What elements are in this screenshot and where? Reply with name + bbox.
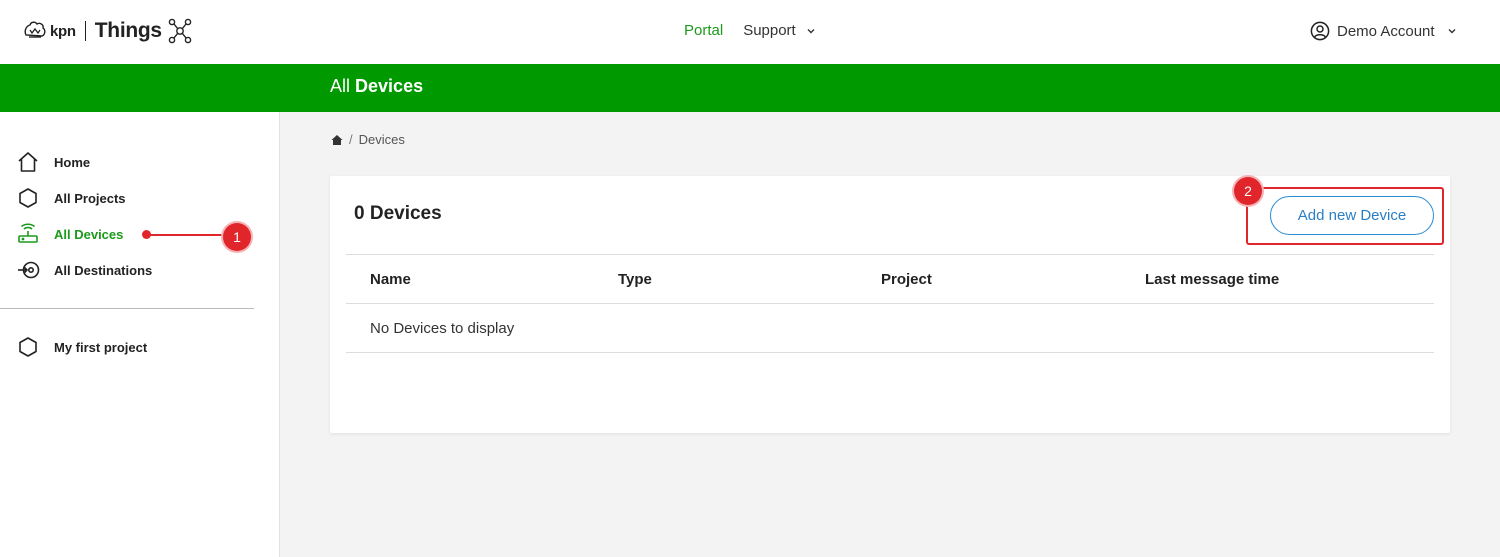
product-name: Things [94,19,162,42]
table-header-divider [346,303,1434,304]
annotation-badge-1: 1 [223,223,251,251]
sidebar-item-home[interactable]: Home [16,150,90,174]
breadcrumb-current: Devices [358,132,405,147]
kpn-crown-icon [24,21,46,38]
nav-support-label: Support [743,22,796,39]
sidebar-item-label: My first project [54,339,148,355]
top-bar: kpn Things Portal Support Demo Account [0,0,1500,64]
sidebar-item-label: All Devices [54,226,124,242]
sidebar: Home All Projects All Devices All Destin… [0,112,280,557]
page-banner: All Devices [0,64,1500,112]
column-header-project: Project [881,271,932,288]
annotation-line-1 [147,234,225,236]
logo-divider [84,21,86,41]
page-title: All Devices [330,76,423,97]
column-header-name: Name [370,271,411,288]
top-navigation: Portal Support [684,22,816,39]
nav-support[interactable]: Support [743,22,816,39]
hexagon-icon [19,337,37,357]
brand-name: kpn [50,22,76,40]
home-icon[interactable] [331,134,343,146]
column-header-last-message-time: Last message time [1145,271,1280,288]
account-menu[interactable]: Demo Account [1310,21,1457,41]
table-border-top [346,254,1434,255]
page-title-prefix: All [330,76,351,96]
annotation-dot-1 [142,230,151,239]
app-logo[interactable]: kpn Things [22,15,193,47]
column-header-type: Type [618,271,652,288]
nav-portal[interactable]: Portal [684,22,723,39]
devices-card: 0 Devices Add new Device Name Type Proje… [330,176,1450,433]
sidebar-item-all-devices[interactable]: All Devices [16,222,123,246]
annotation-badge-2: 2 [1234,177,1262,205]
table-border-bottom [346,352,1434,353]
sidebar-divider [0,308,254,309]
router-icon [18,223,38,243]
sidebar-item-all-projects[interactable]: All Projects [16,186,126,210]
breadcrumb: / Devices [331,132,405,147]
destination-icon [18,261,40,279]
user-avatar-icon [1310,21,1330,41]
sidebar-item-all-destinations[interactable]: All Destinations [16,258,152,282]
home-icon [18,152,38,172]
chevron-down-icon [807,28,815,33]
breadcrumb-separator: / [349,132,353,147]
chevron-down-icon [1448,29,1456,34]
sidebar-item-label: Home [54,154,91,170]
account-name: Demo Account [1337,22,1435,40]
page-title-bold: Devices [355,76,424,96]
hexagon-icon [19,188,37,208]
sidebar-item-my-first-project[interactable]: My first project [16,335,147,359]
add-new-device-button[interactable]: Add new Device [1270,196,1434,235]
network-nodes-icon [168,18,192,44]
sidebar-item-label: All Projects [54,190,126,206]
devices-count-title: 0 Devices [354,203,442,224]
sidebar-item-label: All Destinations [54,262,153,278]
empty-table-message: No Devices to display [370,320,515,337]
